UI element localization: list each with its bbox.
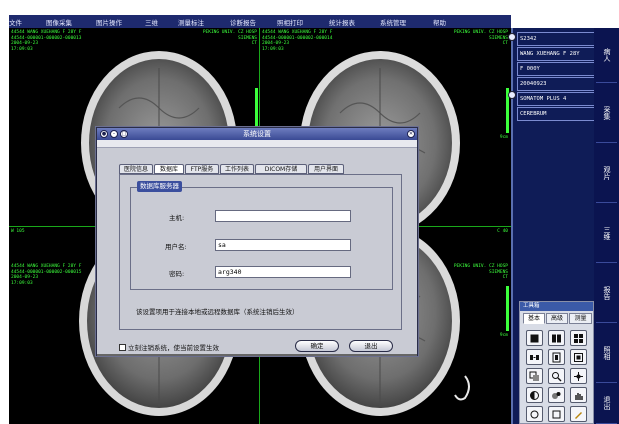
password-input[interactable]: arg340 [215,266,351,278]
host-label: 主机: [169,214,185,222]
tab-dicom-storage[interactable]: DICOM存储 [255,164,307,174]
dialog-title: 系统设置 [243,130,271,138]
menu-system[interactable]: 系统管理 [380,17,406,27]
tab-ftp-service[interactable]: FTP服务 [185,164,219,174]
toolbox-tab-measure[interactable]: 测量 [569,313,592,324]
overlay-scale-label: 9cm [499,135,508,140]
tab-user-interface[interactable]: 用户界面 [308,164,344,174]
database-server-group: 数据库服务器 主机: 用户名: sa 密码: arg340 [130,181,393,290]
fit-icon[interactable] [570,349,587,365]
menu-measure[interactable]: 测量标注 [178,17,204,27]
info-age: F 000Y [517,62,595,76]
window-level-icon[interactable] [548,387,565,403]
square-icon[interactable] [548,406,565,422]
exit-button[interactable]: 退出 [349,340,393,352]
overlay-top-left: 44544 WANG XUEHANG F 28Y F 44544-000001-… [262,30,333,52]
settings-note: 该设置项用于连接本地或远程数据库（系统注销后生效） [136,308,299,316]
contrast-icon[interactable] [526,387,543,403]
menu-3d[interactable]: 三维 [145,17,158,27]
username-input[interactable]: sa [215,239,351,251]
toolbox-tab-basic[interactable]: 基本 [523,313,545,324]
host-input[interactable] [215,210,351,222]
menu-help[interactable]: 帮助 [433,17,446,27]
overlay-top-right: PEKING UNIV. CZ HOSP SIEMENS CT [453,30,508,46]
info-bodypart: CEREBRUM [517,107,595,121]
overlay-top-right: Zoom 58% 512x512 W 210 C 40 [494,226,508,234]
side-tab-report[interactable]: 报告 [596,263,617,323]
menu-statistics[interactable]: 统计报表 [329,17,355,27]
flip-icon[interactable] [526,349,543,365]
side-tab-exit[interactable]: 退出 [596,383,617,424]
group-title: 数据库服务器 [137,181,182,192]
hand-icon[interactable] [570,387,587,403]
roi-icon[interactable] [526,368,543,384]
system-settings-dialog: ● – □ 系统设置 ✕ 医院信息 数据库 FTP服务 工作列表 DICOM存储… [96,127,418,356]
overlay-scale-label: 9cm [499,333,508,338]
scale-bar [506,286,509,331]
magnify-icon[interactable] [548,368,565,384]
menu-file[interactable]: 文件 [9,17,22,27]
side-tab-photo[interactable]: 照相 [596,323,617,383]
menu-print[interactable]: 照相打印 [277,17,303,27]
menu-acquire[interactable]: 图像采集 [46,17,72,27]
dialog-close-icon[interactable]: ✕ [407,130,415,138]
overlay-top-left: Cent: 120kV 148mA 1900ms Pos:-1162 W 105 [11,226,35,234]
menu-report[interactable]: 诊断报告 [230,17,256,27]
tab-worklist[interactable]: 工作列表 [220,164,254,174]
apply-now-label: 立刻注销系统，使当前设置生效 [128,344,219,352]
pen-icon[interactable] [570,406,587,422]
dialog-status-strip [97,354,417,356]
toolbox-title: 工具箱 [520,302,593,311]
password-label: 密码: [169,270,185,278]
apply-now-checkbox[interactable] [119,343,126,351]
panel-toggle-knob[interactable] [508,33,516,41]
username-label: 用户名: [165,243,187,251]
toolbox-tab-advanced[interactable]: 高级 [546,313,568,324]
grid-layout-icon[interactable] [570,330,587,346]
split-layout-icon[interactable] [548,330,565,346]
side-tab-3d[interactable]: 三维 [596,203,617,263]
info-modality: SOMATOM PLUS 4 [517,92,595,106]
info-date: 20040923 [517,77,595,91]
menu-bar: 文件 图像采集 图片操作 三维 测量标注 诊断报告 照相打印 统计报表 系统管理… [9,15,511,28]
info-study-id: S2342 [517,32,595,46]
side-tab-view[interactable]: 观片 [596,143,617,203]
cine-icon[interactable] [548,349,565,365]
overlay-mid-right: PEKING UNIV. CZ HOSP SIEMENS CT [453,264,508,280]
tab-hospital-info[interactable]: 医院信息 [119,164,153,174]
tab-content-panel: 数据库服务器 主机: 用户名: sa 密码: arg340 该设置项用于连接本地… [119,174,402,330]
panel-toggle-knob[interactable] [508,91,516,99]
ok-button[interactable]: 确定 [295,340,339,352]
overlay-top-left: 44544 WANG XUEHANG F 28Y F 44544-000001-… [11,30,82,52]
side-tab-patient[interactable]: 病人 [596,28,617,83]
dialog-toolbar-strip [97,140,417,148]
app-window: 文件 图像采集 图片操作 三维 测量标注 诊断报告 照相打印 统计报表 系统管理… [0,0,619,424]
toolbox-panel: 工具箱 基本 高级 测量 [519,301,594,424]
move-icon[interactable] [570,368,587,384]
info-patient: WANG XUEHANG F 28Y [517,47,595,61]
side-tab-bar: 病人 采集 观片 三维 报告 照相 退出 [594,28,619,424]
side-tab-acquire[interactable]: 采集 [596,83,617,143]
single-layout-icon[interactable] [526,330,543,346]
circle-icon[interactable] [526,406,543,422]
dialog-titlebar[interactable]: ● – □ 系统设置 ✕ [97,128,417,140]
apply-now-row: 立刻注销系统，使当前设置生效 [119,342,219,352]
menu-image-ops[interactable]: 图片操作 [96,17,122,27]
overlay-top-right: PEKING UNIV. CZ HOSP SIEMENS CT [202,30,257,46]
tab-database[interactable]: 数据库 [154,164,184,174]
overlay-mid-left: 44544 WANG XUEHANG F 28Y F 44544-000001-… [11,264,82,286]
